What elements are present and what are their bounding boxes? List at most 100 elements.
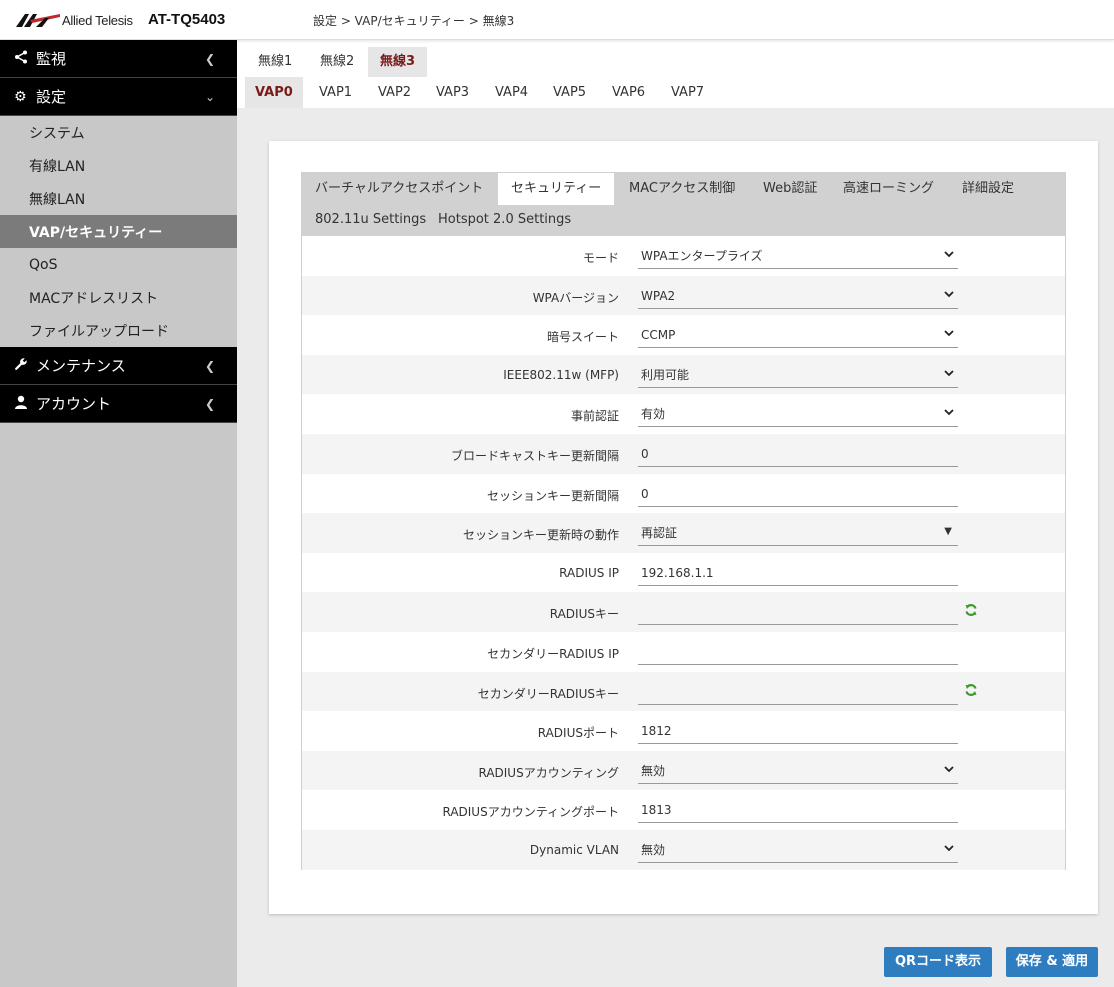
sidebar-subitem-wired-lan[interactable]: 有線LAN	[0, 149, 237, 182]
field-label: 暗号スイート	[546, 330, 619, 345]
field-label: セッションキー更新間隔	[486, 488, 619, 503]
form-row-radius-port: RADIUSポート 1812	[302, 711, 1065, 751]
vap-tabs: VAP0 VAP1 VAP2 VAP3 VAP4 VAP5 VAP6 VAP7	[237, 77, 1114, 108]
tab-hotspot20-settings[interactable]: Hotspot 2.0 Settings	[425, 204, 584, 236]
sidebar-subitem-vap-security[interactable]: VAP/セキュリティー	[0, 215, 237, 248]
radius-key-input[interactable]	[638, 597, 958, 626]
chevron-down-icon: ⌄	[204, 90, 215, 104]
tab-web-auth[interactable]: Web認証	[750, 173, 830, 205]
mode-select[interactable]: WPAエンタープライズ	[638, 241, 958, 269]
cipher-suite-select[interactable]: CCMP	[638, 320, 958, 349]
tab-vap6[interactable]: VAP6	[602, 77, 655, 108]
sidebar-item-label: 監視	[36, 50, 67, 68]
sidebar-item-monitor[interactable]: 監視 ❮	[0, 40, 237, 78]
share-icon	[14, 50, 32, 68]
form-row-radius-accounting: RADIUSアカウンティング 無効	[302, 750, 1065, 791]
radio-tabs: 無線1 無線2 無線3	[237, 40, 1114, 77]
mfp-select[interactable]: 利用可能	[638, 360, 958, 388]
tab-vap7[interactable]: VAP7	[661, 77, 714, 108]
tab-vap1[interactable]: VAP1	[309, 77, 362, 108]
radius-accounting-port-input[interactable]: 1813	[638, 795, 958, 824]
field-label: セカンダリーRADIUS IP	[487, 646, 619, 661]
section-tabs: バーチャルアクセスポイント セキュリティー MACアクセス制御 Web認証 高速…	[302, 173, 1065, 236]
sidebar-subitem-wireless-lan[interactable]: 無線LAN	[0, 182, 237, 215]
sidebar-subitem-file-upload[interactable]: ファイルアップロード	[0, 314, 237, 347]
form-row-session-key-interval: セッションキー更新間隔 0	[302, 474, 1065, 514]
sidebar-subitem-mac-address-list[interactable]: MACアドレスリスト	[0, 281, 237, 314]
select-value: CCMP	[641, 328, 676, 343]
tab-fast-roaming[interactable]: 高速ローミング	[830, 173, 947, 205]
secondary-radius-ip-input[interactable]	[638, 637, 958, 665]
security-panel: バーチャルアクセスポイント セキュリティー MACアクセス制御 Web認証 高速…	[301, 172, 1066, 870]
field-label: RADIUSアカウンティング	[478, 765, 619, 780]
sidebar-subitem-system[interactable]: システム	[0, 116, 237, 149]
tab-vap0[interactable]: VAP0	[245, 77, 303, 108]
chevron-down-icon	[944, 330, 954, 337]
select-value: 利用可能	[641, 367, 690, 382]
input-value: 0	[641, 446, 649, 461]
form-row-radius-key: RADIUSキー	[302, 592, 1065, 632]
radius-port-input[interactable]: 1812	[638, 716, 958, 745]
chevron-down-icon	[944, 251, 954, 258]
tab-mac-access-control[interactable]: MACアクセス制御	[616, 173, 748, 205]
field-label: WPAバージョン	[532, 290, 619, 305]
tab-radio3[interactable]: 無線3	[368, 47, 428, 77]
form-row-cipher-suite: 暗号スイート CCMP	[302, 315, 1065, 355]
form-row-pre-auth: 事前認証 有効	[302, 394, 1065, 434]
form-row-broadcast-key-interval: ブロードキャストキー更新間隔 0	[302, 433, 1065, 474]
radius-accounting-select[interactable]: 無効	[638, 756, 958, 784]
wrench-icon	[14, 357, 32, 375]
radius-ip-input[interactable]: 192.168.1.1	[638, 558, 958, 586]
form-row-mfp: IEEE802.11w (MFP) 利用可能	[302, 354, 1065, 395]
field-label: Dynamic VLAN	[529, 842, 619, 857]
tab-virtual-access-point[interactable]: バーチャルアクセスポイント	[302, 173, 496, 205]
sidebar-item-settings[interactable]: ⚙ 設定 ⌄	[0, 78, 237, 116]
tab-vap5[interactable]: VAP5	[543, 77, 596, 108]
session-key-action-select[interactable]: 再認証 ▼	[638, 518, 958, 547]
dropdown-arrow-icon: ▼	[944, 526, 952, 538]
broadcast-key-interval-input[interactable]: 0	[638, 439, 958, 467]
select-value: 無効	[641, 763, 666, 778]
sidebar-item-account[interactable]: アカウント ❮	[0, 385, 237, 423]
tab-advanced-settings[interactable]: 詳細設定	[949, 173, 1027, 205]
sidebar: 監視 ❮ ⚙ 設定 ⌄ システム 有線LAN 無線LAN VAP/セキュリティー…	[0, 40, 237, 987]
sidebar-item-label: メンテナンス	[36, 357, 126, 375]
field-label: RADIUSポート	[537, 726, 619, 741]
tab-80211u-settings[interactable]: 802.11u Settings	[302, 204, 439, 236]
tab-radio1[interactable]: 無線1	[246, 47, 304, 77]
pre-auth-select[interactable]: 有効	[638, 399, 958, 428]
sidebar-item-label: 設定	[36, 88, 67, 106]
field-label: モード	[582, 251, 619, 265]
top-bar: Allied Telesis AT-TQ5403 設定 > VAP/セキュリティ…	[0, 0, 1114, 40]
regenerate-key-icon[interactable]	[964, 603, 978, 617]
tab-vap3[interactable]: VAP3	[426, 77, 479, 108]
field-label: IEEE802.11w (MFP)	[503, 367, 619, 382]
brand-name: Allied Telesis	[62, 12, 133, 28]
field-label: RADIUSアカウンティングポート	[442, 805, 619, 820]
security-form: モード WPAエンタープライズ WPAバージョン WPA2 暗号スイート CCM…	[302, 236, 1065, 870]
tab-vap4[interactable]: VAP4	[485, 77, 538, 108]
tab-radio2[interactable]: 無線2	[308, 47, 366, 77]
regenerate-key-icon[interactable]	[964, 683, 978, 697]
input-value: 192.168.1.1	[641, 565, 714, 580]
save-apply-button[interactable]: 保存 & 適用	[1006, 947, 1098, 977]
tab-vap2[interactable]: VAP2	[368, 77, 421, 108]
allied-telesis-logo-icon	[16, 14, 60, 27]
wpa-version-select[interactable]: WPA2	[638, 281, 958, 309]
sidebar-item-maintenance[interactable]: メンテナンス ❮	[0, 347, 237, 385]
chevron-left-icon: ❮	[204, 52, 215, 66]
sidebar-subitem-qos[interactable]: QoS	[0, 248, 237, 281]
field-label: セッションキー更新時の動作	[462, 528, 619, 543]
form-row-radius-accounting-port: RADIUSアカウンティングポート 1813	[302, 790, 1065, 830]
dynamic-vlan-select[interactable]: 無効	[638, 835, 958, 863]
tab-security[interactable]: セキュリティー	[498, 173, 615, 205]
input-value: 1812	[641, 724, 672, 739]
qr-code-button[interactable]: QRコード表示	[884, 947, 992, 977]
session-key-interval-input[interactable]: 0	[638, 479, 958, 507]
chevron-down-icon	[944, 409, 954, 416]
device-model: AT-TQ5403	[148, 11, 226, 28]
form-row-dynamic-vlan: Dynamic VLAN 無効	[302, 829, 1065, 870]
secondary-radius-key-input[interactable]	[638, 677, 958, 705]
form-row-session-key-action: セッションキー更新時の動作 再認証 ▼	[302, 513, 1065, 553]
select-value: 無効	[641, 842, 666, 857]
